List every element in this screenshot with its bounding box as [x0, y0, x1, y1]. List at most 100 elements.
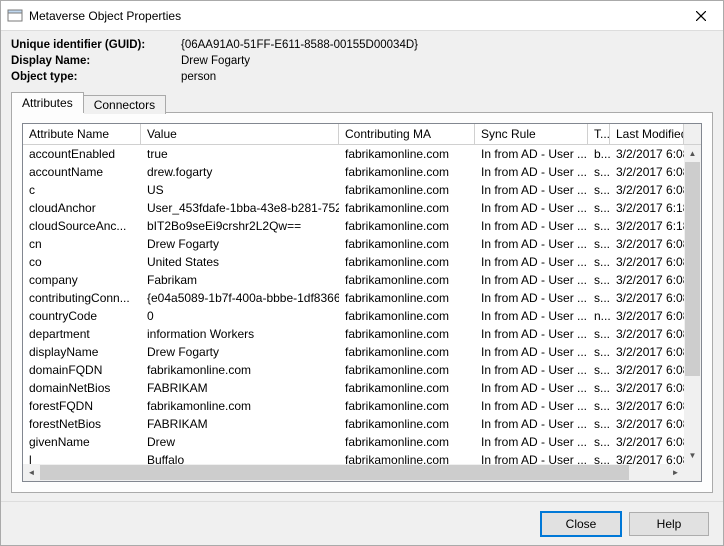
cell-mod: 3/2/2017 6:18:22 AM — [610, 217, 684, 235]
object-info: Unique identifier (GUID): {06AA91A0-51FF… — [1, 31, 723, 89]
cell-ma: fabrikamonline.com — [339, 451, 475, 464]
objecttype-value: person — [181, 69, 713, 85]
cell-t: s... — [588, 253, 610, 271]
cell-rule: In from AD - User ... — [475, 217, 588, 235]
table-row[interactable]: displayNameDrew Fogartyfabrikamonline.co… — [23, 343, 684, 361]
close-icon[interactable] — [678, 1, 723, 30]
table-row[interactable]: lBuffalofabrikamonline.comIn from AD - U… — [23, 451, 684, 464]
cell-mod: 3/2/2017 6:08:02 AM — [610, 289, 684, 307]
vscroll-thumb[interactable] — [685, 162, 700, 376]
col-header-type[interactable]: T... — [588, 124, 610, 144]
cell-rule: In from AD - User ... — [475, 199, 588, 217]
table-row[interactable]: cloudSourceAnc...bIT2Bo9seEi9crshr2L2Qw=… — [23, 217, 684, 235]
cell-val: Buffalo — [141, 451, 339, 464]
table-row[interactable]: companyFabrikamfabrikamonline.comIn from… — [23, 271, 684, 289]
dialog-window: Metaverse Object Properties Unique ident… — [0, 0, 724, 546]
tab-connectors[interactable]: Connectors — [84, 95, 166, 114]
cell-rule: In from AD - User ... — [475, 325, 588, 343]
cell-val: information Workers — [141, 325, 339, 343]
cell-ma: fabrikamonline.com — [339, 289, 475, 307]
table-row[interactable]: forestNetBiosFABRIKAMfabrikamonline.comI… — [23, 415, 684, 433]
cell-val: FABRIKAM — [141, 415, 339, 433]
cell-ma: fabrikamonline.com — [339, 181, 475, 199]
cell-ma: fabrikamonline.com — [339, 217, 475, 235]
cell-ma: fabrikamonline.com — [339, 361, 475, 379]
cell-rule: In from AD - User ... — [475, 397, 588, 415]
cell-val: FABRIKAM — [141, 379, 339, 397]
tab-content-attributes: Attribute Name Value Contributing MA Syn… — [11, 112, 713, 493]
horizontal-scrollbar[interactable]: ◄ ► — [23, 464, 684, 481]
close-button[interactable]: Close — [541, 512, 621, 536]
cell-mod: 3/2/2017 6:08:02 AM — [610, 361, 684, 379]
cell-rule: In from AD - User ... — [475, 307, 588, 325]
table-row[interactable]: coUnited Statesfabrikamonline.comIn from… — [23, 253, 684, 271]
title-bar[interactable]: Metaverse Object Properties — [1, 1, 723, 31]
cell-attr: accountName — [23, 163, 141, 181]
hscroll-track[interactable] — [40, 464, 667, 481]
table-row[interactable]: accountNamedrew.fogartyfabrikamonline.co… — [23, 163, 684, 181]
cell-attr: contributingConn... — [23, 289, 141, 307]
dialog-footer: Close Help — [1, 501, 723, 545]
table-row[interactable]: domainNetBiosFABRIKAMfabrikamonline.comI… — [23, 379, 684, 397]
cell-mod: 3/2/2017 6:08:02 AM — [610, 271, 684, 289]
col-header-attribute-name[interactable]: Attribute Name — [23, 124, 141, 144]
displayname-value: Drew Fogarty — [181, 53, 713, 69]
cell-t: s... — [588, 181, 610, 199]
cell-t: s... — [588, 289, 610, 307]
col-header-contributing-ma[interactable]: Contributing MA — [339, 124, 475, 144]
cell-ma: fabrikamonline.com — [339, 163, 475, 181]
cell-val: Drew — [141, 433, 339, 451]
cell-mod: 3/2/2017 6:08:02 AM — [610, 253, 684, 271]
cell-attr: displayName — [23, 343, 141, 361]
cell-ma: fabrikamonline.com — [339, 271, 475, 289]
cell-val: fabrikamonline.com — [141, 361, 339, 379]
hscroll-thumb[interactable] — [40, 465, 629, 480]
table-row[interactable]: givenNameDrewfabrikamonline.comIn from A… — [23, 433, 684, 451]
cell-attr: cloudAnchor — [23, 199, 141, 217]
cell-t: s... — [588, 343, 610, 361]
objecttype-label: Object type: — [11, 69, 181, 85]
cell-mod: 3/2/2017 6:08:02 AM — [610, 379, 684, 397]
scroll-right-icon[interactable]: ► — [667, 464, 684, 481]
col-header-last-modified[interactable]: Last Modified — [610, 124, 684, 144]
cell-attr: l — [23, 451, 141, 464]
table-row[interactable]: contributingConn...{e04a5089-1b7f-400a-b… — [23, 289, 684, 307]
table-row[interactable]: departmentinformation Workersfabrikamonl… — [23, 325, 684, 343]
col-header-sync-rule[interactable]: Sync Rule — [475, 124, 588, 144]
cell-rule: In from AD - User ... — [475, 433, 588, 451]
cell-t: s... — [588, 433, 610, 451]
table-row[interactable]: cnDrew Fogartyfabrikamonline.comIn from … — [23, 235, 684, 253]
col-header-value[interactable]: Value — [141, 124, 339, 144]
cell-rule: In from AD - User ... — [475, 343, 588, 361]
cell-t: n... — [588, 307, 610, 325]
vscroll-track[interactable] — [684, 162, 701, 447]
table-row[interactable]: forestFQDNfabrikamonline.comfabrikamonli… — [23, 397, 684, 415]
cell-rule: In from AD - User ... — [475, 271, 588, 289]
help-button[interactable]: Help — [629, 512, 709, 536]
cell-t: s... — [588, 217, 610, 235]
table-row[interactable]: countryCode0fabrikamonline.comIn from AD… — [23, 307, 684, 325]
tab-attributes[interactable]: Attributes — [11, 92, 84, 113]
table-row[interactable]: cloudAnchorUser_453fdafe-1bba-43e8-b281-… — [23, 199, 684, 217]
cell-t: b... — [588, 145, 610, 163]
cell-attr: givenName — [23, 433, 141, 451]
cell-mod: 3/2/2017 6:08:02 AM — [610, 163, 684, 181]
col-header-scroll-gap — [684, 124, 701, 144]
table-row[interactable]: domainFQDNfabrikamonline.comfabrikamonli… — [23, 361, 684, 379]
list-rows[interactable]: accountEnabledtruefabrikamonline.comIn f… — [23, 145, 684, 464]
table-row[interactable]: cUSfabrikamonline.comIn from AD - User .… — [23, 181, 684, 199]
scroll-up-icon[interactable]: ▲ — [684, 145, 701, 162]
cell-val: true — [141, 145, 339, 163]
cell-val: Drew Fogarty — [141, 343, 339, 361]
table-row[interactable]: accountEnabledtruefabrikamonline.comIn f… — [23, 145, 684, 163]
vertical-scrollbar[interactable]: ▲ ▼ — [684, 145, 701, 464]
cell-t: s... — [588, 397, 610, 415]
cell-rule: In from AD - User ... — [475, 181, 588, 199]
cell-ma: fabrikamonline.com — [339, 235, 475, 253]
cell-attr: cloudSourceAnc... — [23, 217, 141, 235]
cell-attr: accountEnabled — [23, 145, 141, 163]
scroll-down-icon[interactable]: ▼ — [684, 447, 701, 464]
cell-mod: 3/2/2017 6:08:02 AM — [610, 145, 684, 163]
scroll-left-icon[interactable]: ◄ — [23, 464, 40, 481]
cell-val: US — [141, 181, 339, 199]
